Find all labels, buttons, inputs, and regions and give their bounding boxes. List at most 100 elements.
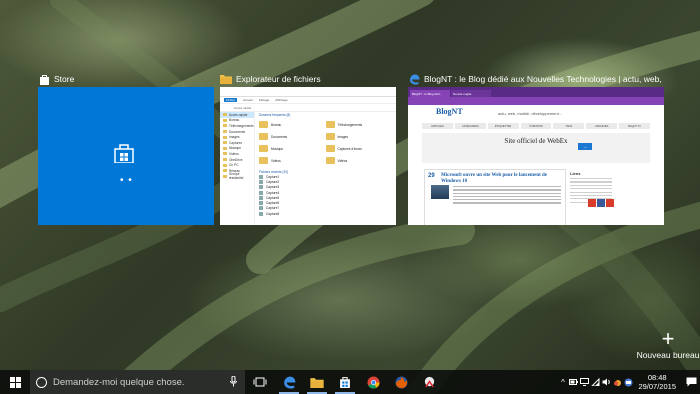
taskbar-store[interactable] (331, 370, 359, 394)
ribbon-tab[interactable]: Affichage (275, 98, 287, 102)
folder-item[interactable]: Téléchargements (325, 120, 393, 129)
file-icon (259, 201, 263, 206)
sidebar-header: Liens (570, 171, 581, 176)
article-image (431, 185, 449, 199)
folder-icon (220, 73, 232, 85)
folder-item[interactable]: Documents (259, 132, 326, 141)
file-icon (259, 206, 263, 211)
task-view-button[interactable] (245, 370, 275, 394)
new-desktop-button[interactable]: + Nouveau bureau (636, 326, 700, 361)
file-icon (259, 174, 263, 179)
system-tray: ^ 08:48 29/07/2015 (557, 370, 700, 394)
cortana-search-box[interactable]: Demandez-moi quelque chose. (30, 370, 245, 394)
social-icon[interactable] (606, 199, 614, 207)
chevron-up-icon[interactable]: ^ (557, 370, 568, 394)
article-excerpt (453, 186, 561, 206)
browser-tab[interactable]: Nouvel onglet (451, 90, 491, 97)
folder-icon (325, 157, 335, 164)
snipping-tool-icon (424, 376, 434, 388)
site-tagline: actu, web, mobile, développement... (498, 111, 563, 116)
file-icon (259, 179, 263, 184)
file-icon (259, 211, 263, 216)
new-desktop-label: Nouveau bureau (636, 350, 700, 360)
taskbar-edge[interactable] (275, 370, 303, 394)
arrow-right-icon[interactable]: → (578, 143, 592, 150)
edge-title-bar[interactable]: BlogNT : le Blog dédié aux Nouvelles Tec… (408, 72, 664, 86)
explorer-content: Dossiers fréquents (8) Bureau Télécharge… (255, 110, 396, 225)
folder-icon (310, 377, 324, 388)
explorer-window[interactable]: Explorateur de fichiers Fichier Accueil … (220, 72, 396, 225)
wifi-icon[interactable] (590, 370, 601, 394)
explorer-title-bar[interactable]: Explorateur de fichiers (220, 72, 396, 86)
folder-item[interactable]: Vidéos (259, 156, 326, 165)
search-placeholder: Demandez-moi quelque chose. (53, 376, 185, 388)
clock[interactable]: 08:48 29/07/2015 (634, 373, 682, 391)
site-navigation: ARTICLES CATÉGORIES ÉTIQUETTES À PROPOS … (422, 123, 651, 129)
file-icon (259, 185, 263, 190)
article-date: 29 (428, 173, 435, 179)
explorer-window-title: Explorateur de fichiers (236, 74, 321, 84)
nav-item[interactable]: Groupe résidentiel (220, 172, 254, 180)
store-icon (340, 377, 350, 388)
taskbar-app[interactable] (415, 370, 443, 394)
site-header: BlogNT actu, web, mobile, développement.… (408, 105, 664, 123)
taskbar-chrome[interactable] (359, 370, 387, 394)
taskbar-firefox[interactable] (387, 370, 415, 394)
display-icon[interactable] (579, 370, 590, 394)
site-sidebar: Liens (570, 169, 612, 225)
site-nav-item[interactable]: ARTICLES (422, 123, 453, 129)
action-center-button[interactable] (682, 370, 700, 394)
site-nav-item[interactable]: CATÉGORIES (454, 123, 486, 129)
site-nav-item[interactable]: TAGS (553, 123, 585, 129)
edge-thumbnail[interactable]: BlogNT : le Blog déd... Nouvel onglet Bl… (408, 87, 664, 225)
volume-icon[interactable] (601, 370, 612, 394)
plus-icon: + (661, 326, 675, 351)
explorer-ribbon: Fichier Accueil Partage Affichage (220, 97, 396, 104)
folder-icon (259, 157, 268, 164)
social-icon[interactable] (588, 199, 596, 207)
start-button[interactable] (0, 370, 30, 394)
edge-icon (283, 376, 295, 388)
explorer-thumbnail[interactable]: Fichier Accueil Partage Affichage Accès … (220, 87, 396, 225)
store-window[interactable]: Store • • (38, 72, 214, 225)
site-nav-item[interactable]: ÉTIQUETTES (487, 123, 519, 129)
recent-file[interactable]: Capture8 (259, 211, 392, 216)
site-logo[interactable]: BlogNT (436, 107, 463, 116)
edge-window-title: BlogNT : le Blog dédié aux Nouvelles Tec… (424, 74, 664, 84)
article-card[interactable]: 29 Microsoft ouvre un site Web pour le l… (424, 169, 566, 225)
site-nav-item[interactable]: À PROPOS (520, 123, 552, 129)
battery-icon[interactable] (568, 370, 579, 394)
onedrive-icon[interactable] (612, 370, 623, 394)
microphone-icon[interactable] (230, 376, 237, 387)
store-thumbnail[interactable]: • • (38, 87, 214, 225)
edge-window[interactable]: BlogNT : le Blog dédié aux Nouvelles Tec… (408, 72, 664, 225)
explorer-titlebar (220, 87, 396, 97)
browser-tab[interactable]: BlogNT : le Blog déd... (410, 90, 450, 97)
folder-item[interactable]: Vidéos (325, 156, 393, 165)
language-icon[interactable] (623, 370, 634, 394)
social-icons (588, 199, 614, 207)
article-title[interactable]: Microsoft ouvre un site Web pour le lanc… (441, 173, 559, 184)
site-nav-item[interactable]: ARCHIVES (586, 123, 618, 129)
store-icon (38, 73, 50, 85)
ribbon-tab[interactable]: Fichier (224, 98, 238, 102)
folder-icon (259, 145, 268, 152)
folder-icon (325, 145, 335, 152)
browser-tab-strip: BlogNT : le Blog déd... Nouvel onglet (408, 87, 664, 97)
folder-item[interactable]: Images (325, 132, 393, 141)
chrome-icon (366, 375, 380, 389)
taskbar-file-explorer[interactable] (303, 370, 331, 394)
social-icon[interactable] (597, 199, 605, 207)
store-title-bar[interactable]: Store (38, 72, 214, 86)
file-icon (259, 195, 263, 200)
loading-indicator: • • (120, 175, 133, 186)
ad-title: Site officiel de WebEx (504, 137, 568, 145)
edge-icon (408, 73, 420, 85)
ribbon-tab[interactable]: Accueil (243, 98, 253, 102)
ribbon-tab[interactable]: Partage (259, 98, 270, 102)
site-nav-item[interactable]: BlogNT TV (619, 123, 651, 129)
folder-item[interactable]: Bureau (259, 120, 326, 129)
ad-banner[interactable]: Site officiel de WebEx → (422, 133, 650, 163)
folder-item[interactable]: Captures d'écran (325, 144, 393, 153)
folder-item[interactable]: Musique (259, 144, 326, 153)
